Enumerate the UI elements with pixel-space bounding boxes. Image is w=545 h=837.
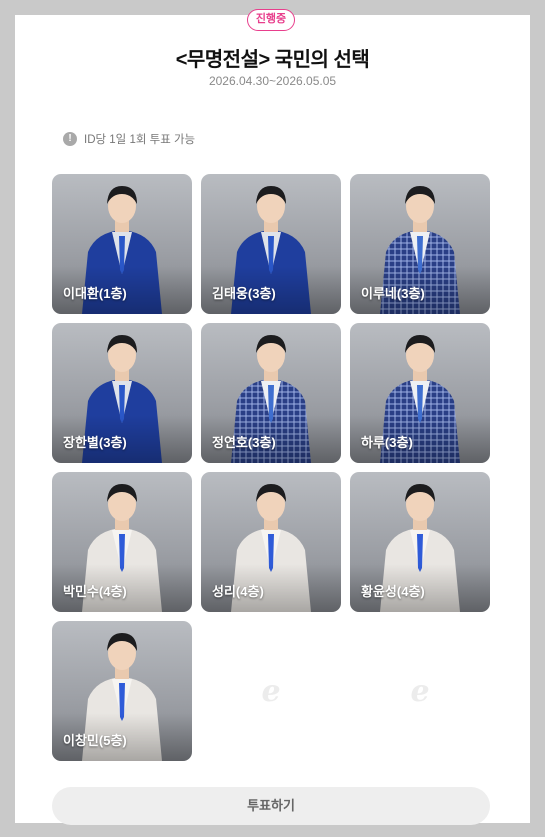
vote-panel: 진행중 <무명전설> 국민의 선택 2026.04.30~2026.05.05 … — [15, 9, 530, 825]
candidate-name: 정연호(3층) — [201, 415, 341, 463]
placeholder-logo-icon: e — [261, 673, 281, 709]
candidate-name: 김태웅(3층) — [201, 266, 341, 314]
candidate-card[interactable]: 하루(3층) — [350, 323, 490, 463]
candidate-card[interactable]: 김태웅(3층) — [201, 174, 341, 314]
status-badge: 진행중 — [247, 9, 295, 31]
page-title: <무명전설> 국민의 선택 — [175, 49, 370, 71]
vote-button[interactable]: 투표하기 — [52, 787, 490, 825]
candidate-card[interactable]: 이루네(3층) — [350, 174, 490, 314]
placeholder-logo-icon: e — [410, 673, 430, 709]
info-icon: ! — [63, 132, 77, 146]
empty-slot: e — [350, 621, 490, 761]
candidate-card[interactable]: 이대환(1층) — [52, 174, 192, 314]
candidate-card[interactable]: 이창민(5층) — [52, 621, 192, 761]
candidate-name: 황윤성(4층) — [350, 564, 490, 612]
candidate-name: 박민수(4층) — [52, 564, 192, 612]
empty-slot: e — [201, 621, 341, 761]
candidate-card[interactable]: 박민수(4층) — [52, 472, 192, 612]
vote-notice: ! ID당 1일 1회 투표 가능 — [63, 131, 195, 147]
candidate-name: 장한별(3층) — [52, 415, 192, 463]
candidate-name: 성리(4층) — [201, 564, 341, 612]
candidate-name: 하루(3층) — [350, 415, 490, 463]
candidate-name: 이루네(3층) — [350, 266, 490, 314]
candidate-name: 이대환(1층) — [52, 266, 192, 314]
candidate-card[interactable]: 성리(4층) — [201, 472, 341, 612]
candidate-card[interactable]: 정연호(3층) — [201, 323, 341, 463]
vote-period: 2026.04.30~2026.05.05 — [208, 74, 337, 88]
candidate-card[interactable]: 황윤성(4층) — [350, 472, 490, 612]
notice-text: ID당 1일 1회 투표 가능 — [84, 134, 196, 146]
candidate-card[interactable]: 장한별(3층) — [52, 323, 192, 463]
candidate-name: 이창민(5층) — [52, 713, 192, 761]
